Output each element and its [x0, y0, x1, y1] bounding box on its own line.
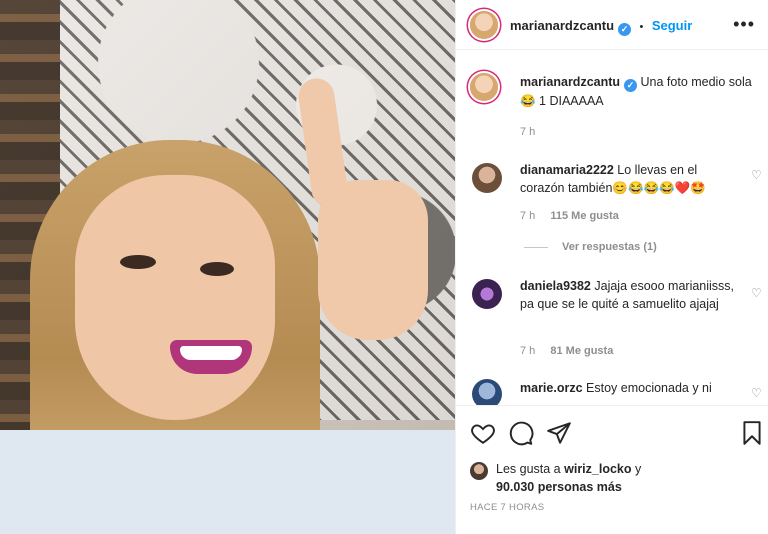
comment-text: dianamaria2222 Lo llevas en el corazón t… [520, 161, 735, 197]
follow-button[interactable]: Seguir [652, 18, 692, 33]
comment-username[interactable]: dianamaria2222 [520, 163, 614, 177]
comment-heart-icon[interactable]: ♡ [751, 287, 763, 299]
post-header: marianardzcantu ✓ • Seguir ••• [456, 0, 768, 50]
hand [318, 180, 428, 340]
comment-text: daniela9382 Jajaja esooo marianiisss, pa… [520, 277, 735, 313]
comment-likes[interactable]: 115 Me gusta [550, 210, 618, 222]
replies-line [524, 246, 548, 248]
verified-icon: ✓ [624, 79, 638, 92]
more-icon[interactable]: ••• [733, 14, 755, 35]
separator-dot: • [639, 21, 644, 33]
likes-user[interactable]: wiriz_locko [564, 462, 631, 476]
caption-username[interactable]: marianardzcantu [520, 75, 620, 89]
view-replies-button[interactable]: Ver respuestas (1) [524, 241, 657, 253]
verified-icon: ✓ [618, 23, 632, 36]
teeth [180, 346, 242, 360]
author-line: marianardzcantu ✓ • Seguir [510, 17, 692, 36]
caption-time: 7 h [520, 126, 536, 138]
comment-heart-icon[interactable]: ♡ [751, 387, 763, 399]
comment-time: 7 h [520, 345, 536, 357]
likes-prefix: Les gusta a [496, 462, 561, 476]
author-username[interactable]: marianardzcantu [510, 18, 614, 33]
heart-icon[interactable] [470, 420, 496, 446]
comment-text: marie.orzc Estoy emocionada y ni [520, 379, 735, 397]
comment-avatar[interactable] [472, 279, 502, 309]
right-eye [200, 262, 234, 276]
caption-avatar[interactable] [470, 73, 498, 101]
comment-heart-icon[interactable]: ♡ [751, 169, 763, 181]
replies-label: Ver respuestas (1) [562, 241, 657, 253]
action-bar: Les gusta a wiriz_locko y 90.030 persona… [456, 405, 768, 534]
post-photo[interactable] [0, 0, 455, 534]
left-eye [120, 255, 156, 269]
comment-meta: 7 h 81 Me gusta [520, 345, 613, 357]
post-timestamp[interactable]: HACE 7 HORAS [470, 502, 544, 513]
comment-username[interactable]: marie.orzc [520, 381, 583, 395]
comment-time: 7 h [520, 210, 536, 222]
post-panel: marianardzcantu ✓ • Seguir ••• marianardz… [455, 0, 768, 534]
share-icon[interactable] [546, 420, 572, 446]
likes-count[interactable]: 90.030 personas más [496, 480, 622, 494]
shirt [0, 430, 455, 534]
comment-likes[interactable]: 81 Me gusta [550, 345, 613, 357]
comment-meta: 7 h 115 Me gusta [520, 210, 619, 222]
comments-list[interactable]: marianardzcantu ✓ Una foto medio sola 😂 1… [456, 51, 768, 405]
comment-username[interactable]: daniela9382 [520, 279, 591, 293]
comment-avatar[interactable] [472, 379, 502, 405]
caption: marianardzcantu ✓ Una foto medio sola 😂 1… [520, 73, 760, 110]
liker-avatar[interactable] [470, 462, 488, 480]
likes-suffix: y [635, 462, 642, 476]
comment-body: Estoy emocionada y ni [586, 381, 712, 395]
face [75, 175, 275, 420]
comment-avatar[interactable] [472, 163, 502, 193]
likes-summary: Les gusta a wiriz_locko y 90.030 persona… [496, 460, 641, 496]
author-avatar[interactable] [470, 11, 498, 39]
bookmark-icon[interactable] [739, 420, 765, 446]
comment-icon[interactable] [508, 420, 534, 446]
